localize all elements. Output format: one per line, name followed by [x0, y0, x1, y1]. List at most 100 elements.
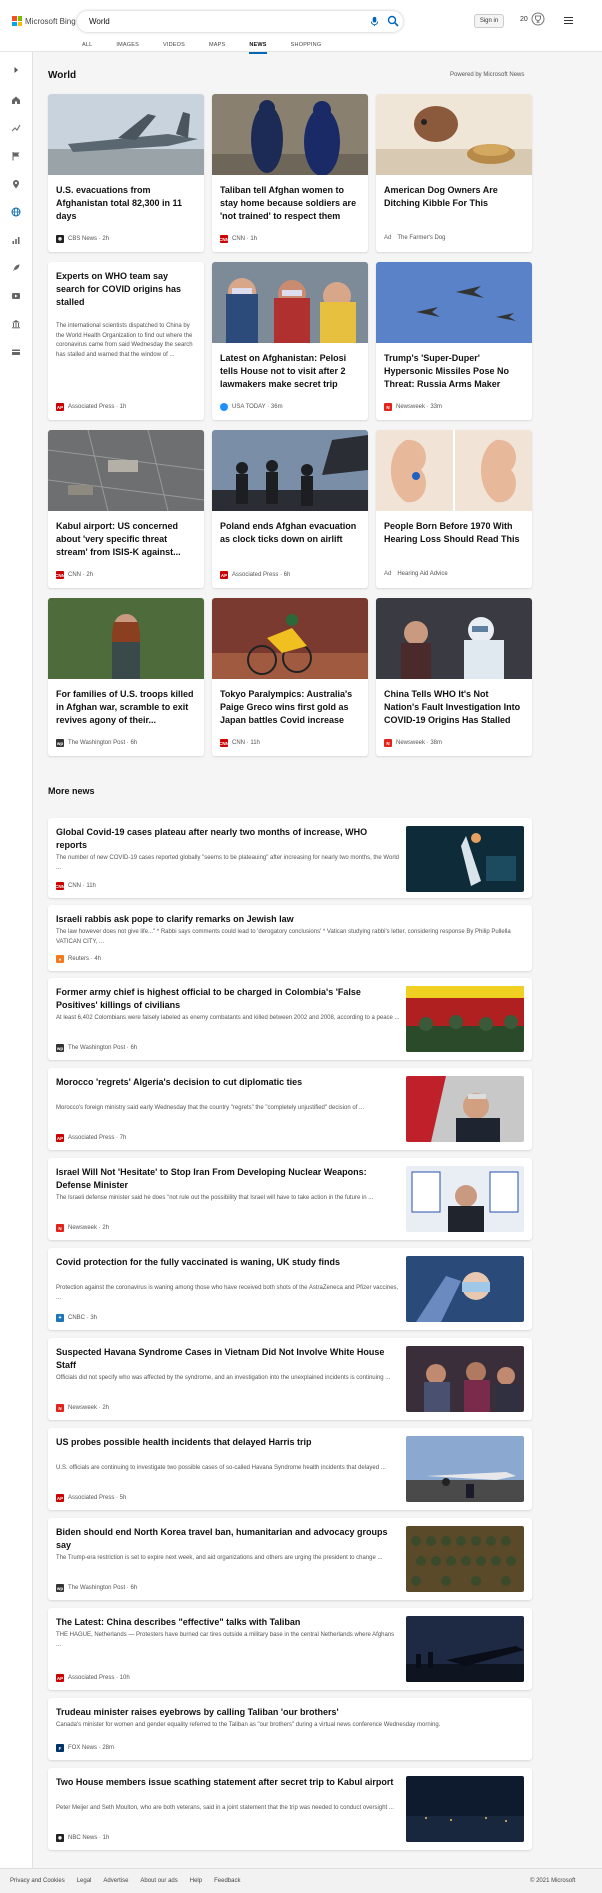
expand-rail-icon[interactable]	[10, 64, 22, 76]
news-card[interactable]: China Tells WHO It's Not Nation's Fault …	[376, 598, 532, 756]
footer-link[interactable]: Advertise	[103, 1878, 128, 1884]
more-news-title-link[interactable]: Israel Will Not 'Hesitate' to Stop Iran …	[56, 1166, 400, 1192]
trending-icon[interactable]	[10, 122, 22, 134]
news-card[interactable]: American Dog Owners Are Ditching Kibble …	[376, 94, 532, 252]
news-card-title[interactable]: U.S. evacuations from Afghanistan total …	[56, 184, 196, 223]
politics-building-icon[interactable]	[10, 318, 22, 330]
more-news-thumbnail[interactable]	[406, 1166, 524, 1232]
more-news-item[interactable]: Two House members issue scathing stateme…	[48, 1768, 532, 1850]
more-news-item[interactable]: Israeli rabbis ask pope to clarify remar…	[48, 905, 532, 971]
search-icon[interactable]	[387, 15, 399, 27]
news-card-title[interactable]: Taliban tell Afghan women to stay home b…	[220, 184, 360, 223]
more-news-title-link[interactable]: Global Covid-19 cases plateau after near…	[56, 826, 400, 852]
news-card-title[interactable]: Experts on WHO team say search for COVID…	[56, 270, 196, 309]
footer-link[interactable]: About our ads	[140, 1878, 177, 1884]
home-icon[interactable]	[10, 94, 22, 106]
tab-news[interactable]: NEWS	[249, 39, 267, 54]
sign-in-button[interactable]: Sign in	[474, 14, 504, 28]
more-news-thumbnail[interactable]	[406, 986, 524, 1052]
tab-shopping[interactable]: SHOPPING	[291, 39, 322, 54]
news-card-title[interactable]: Trump's 'Super-Duper' Hypersonic Missile…	[384, 352, 524, 391]
news-card[interactable]: Experts on WHO team say search for COVID…	[48, 262, 204, 420]
more-news-title-link[interactable]: Former army chief is highest official to…	[56, 986, 400, 1012]
search-input[interactable]	[89, 15, 329, 28]
footer-link[interactable]: Feedback	[214, 1878, 240, 1884]
more-news-title-link[interactable]: Morocco 'regrets' Algeria's decision to …	[56, 1076, 400, 1089]
more-news-thumbnail[interactable]	[406, 1436, 524, 1502]
science-rocket-icon[interactable]	[10, 262, 22, 274]
more-news-title-link[interactable]: Trudeau minister raises eyebrows by call…	[56, 1706, 524, 1719]
tab-all[interactable]: ALL	[82, 39, 92, 54]
news-card-title[interactable]: Latest on Afghanistan: Pelosi tells Hous…	[220, 352, 360, 391]
more-news-thumbnail[interactable]	[406, 1256, 524, 1322]
more-news-item[interactable]: Biden should end North Korea travel ban,…	[48, 1518, 532, 1600]
news-card-title[interactable]: Poland ends Afghan evacuation as clock t…	[220, 520, 360, 546]
more-news-title-link[interactable]: Biden should end North Korea travel ban,…	[56, 1526, 400, 1552]
world-globe-icon[interactable]	[10, 206, 22, 218]
rewards-points[interactable]: 20	[520, 16, 528, 23]
tab-videos[interactable]: VIDEOS	[163, 39, 185, 54]
news-card-title[interactable]: Tokyo Paralympics: Australia's Paige Gre…	[220, 688, 360, 727]
more-news-item[interactable]: Former army chief is highest official to…	[48, 978, 532, 1060]
news-card[interactable]: People Born Before 1970 With Hearing Los…	[376, 430, 532, 588]
tab-images[interactable]: IMAGES	[116, 39, 139, 54]
more-news-item[interactable]: Covid protection for the fully vaccinate…	[48, 1248, 532, 1330]
more-news-title-link[interactable]: US probes possible health incidents that…	[56, 1436, 400, 1449]
footer-link[interactable]: Privacy and Cookies	[10, 1878, 65, 1884]
more-news-item[interactable]: The Latest: China describes "effective" …	[48, 1608, 532, 1690]
news-card[interactable]: U.S. evacuations from Afghanistan total …	[48, 94, 204, 252]
more-news-thumbnail[interactable]	[406, 1616, 524, 1682]
more-news-thumbnail[interactable]	[406, 1776, 524, 1842]
business-chart-icon[interactable]	[10, 234, 22, 246]
more-news-thumbnail[interactable]	[406, 1076, 524, 1142]
location-icon[interactable]	[10, 178, 22, 190]
news-card[interactable]: Taliban tell Afghan women to stay home b…	[212, 94, 368, 252]
more-news-item[interactable]: US probes possible health incidents that…	[48, 1428, 532, 1510]
footer-link[interactable]: Help	[190, 1878, 202, 1884]
news-card-title[interactable]: American Dog Owners Are Ditching Kibble …	[384, 184, 524, 210]
news-card-image[interactable]	[48, 430, 204, 511]
news-card-title[interactable]: Kabul airport: US concerned about 'very …	[56, 520, 196, 559]
news-card-image[interactable]	[48, 94, 204, 175]
more-news-item[interactable]: Global Covid-19 cases plateau after near…	[48, 818, 532, 898]
news-card-image[interactable]	[212, 262, 368, 343]
news-card[interactable]: Poland ends Afghan evacuation as clock t…	[212, 430, 368, 588]
bing-logo[interactable]: Microsoft Bing	[12, 16, 76, 26]
news-card[interactable]: Tokyo Paralympics: Australia's Paige Gre…	[212, 598, 368, 756]
more-news-title-link[interactable]: Two House members issue scathing stateme…	[56, 1776, 400, 1789]
more-news-item[interactable]: Trudeau minister raises eyebrows by call…	[48, 1698, 532, 1760]
more-news-title-link[interactable]: Suspected Havana Syndrome Cases in Vietn…	[56, 1346, 400, 1372]
more-news-thumbnail[interactable]	[406, 1526, 524, 1592]
money-card-icon[interactable]	[10, 346, 22, 358]
news-card-image[interactable]	[376, 262, 532, 343]
tab-maps[interactable]: MAPS	[209, 39, 225, 54]
news-card-image[interactable]	[376, 430, 532, 511]
microphone-icon[interactable]	[369, 16, 380, 27]
news-card-image[interactable]	[212, 430, 368, 511]
news-card-image[interactable]	[48, 598, 204, 679]
news-card[interactable]: For families of U.S. troops killed in Af…	[48, 598, 204, 756]
more-news-thumbnail[interactable]	[406, 1346, 524, 1412]
news-card-title[interactable]: China Tells WHO It's Not Nation's Fault …	[384, 688, 524, 727]
more-news-item[interactable]: Morocco 'regrets' Algeria's decision to …	[48, 1068, 532, 1150]
us-flag-icon[interactable]	[10, 150, 22, 162]
news-card[interactable]: Kabul airport: US concerned about 'very …	[48, 430, 204, 588]
news-card[interactable]: Latest on Afghanistan: Pelosi tells Hous…	[212, 262, 368, 420]
news-card-title[interactable]: People Born Before 1970 With Hearing Los…	[384, 520, 524, 546]
more-news-item[interactable]: Suspected Havana Syndrome Cases in Vietn…	[48, 1338, 532, 1420]
rewards-trophy-icon[interactable]	[531, 12, 545, 28]
news-card[interactable]: Trump's 'Super-Duper' Hypersonic Missile…	[376, 262, 532, 420]
more-news-title-link[interactable]: Covid protection for the fully vaccinate…	[56, 1256, 400, 1269]
news-card-image[interactable]	[212, 94, 368, 175]
footer-link[interactable]: Legal	[77, 1878, 92, 1884]
news-card-image[interactable]	[376, 94, 532, 175]
entertainment-icon[interactable]	[10, 290, 22, 302]
more-news-thumbnail[interactable]	[406, 826, 524, 892]
search-box[interactable]	[77, 11, 403, 32]
more-news-item[interactable]: Israel Will Not 'Hesitate' to Stop Iran …	[48, 1158, 532, 1240]
more-news-title-link[interactable]: Israeli rabbis ask pope to clarify remar…	[56, 913, 524, 926]
news-card-image[interactable]	[376, 598, 532, 679]
news-card-image[interactable]	[212, 598, 368, 679]
news-card-title[interactable]: For families of U.S. troops killed in Af…	[56, 688, 196, 727]
more-news-title-link[interactable]: The Latest: China describes "effective" …	[56, 1616, 400, 1629]
